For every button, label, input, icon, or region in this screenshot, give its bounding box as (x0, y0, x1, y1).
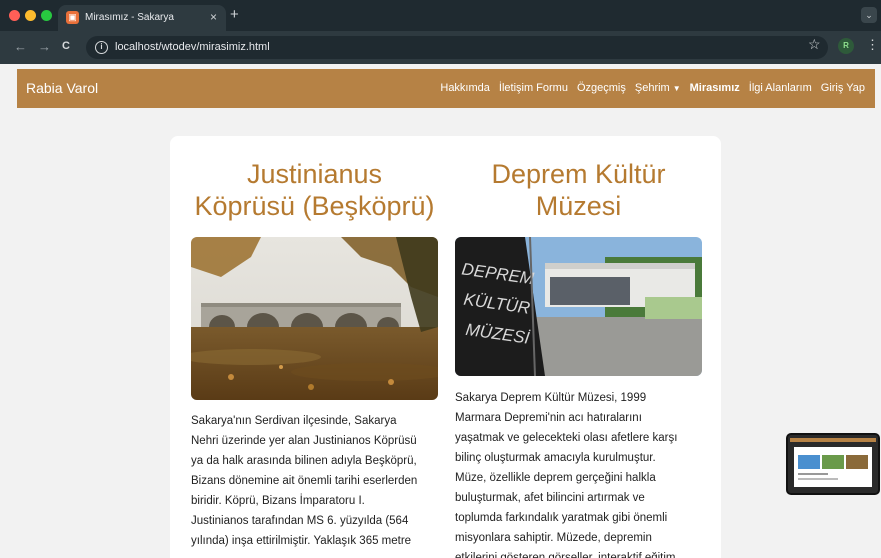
favicon-icon: ▣ (66, 11, 79, 24)
maximize-window-icon[interactable] (41, 10, 52, 21)
text-line: buluşturmak, afet bilincini artırmak ve (455, 492, 645, 504)
chevron-down-icon: ▼ (672, 84, 681, 93)
forward-icon[interactable]: → (38, 39, 51, 54)
url-text: localhost/wtodev/mirasimiz.html (115, 41, 270, 53)
text-line: Justinianos tarafından MS 6. yüzyılda (5… (191, 515, 409, 527)
text-line: Nehri üzerinde yer alan Justinianos Köpr… (191, 435, 417, 447)
content-card: Justinianus Köprüsü (Beşköprü) Sakarya'n… (170, 136, 721, 558)
bridge-photo (191, 237, 438, 400)
close-tab-icon[interactable]: × (210, 10, 217, 24)
site-brand[interactable]: Rabia Varol (26, 80, 98, 96)
bridge-image (191, 237, 438, 400)
pip-preview-window[interactable] (786, 433, 880, 495)
text-line: Sakarya'nın Serdivan ilçesinde, Sakarya (191, 415, 397, 427)
text-line: yaşatmak ve gelecekteki olası afetlere k… (455, 432, 678, 444)
title-line: Justinianus (246, 159, 383, 189)
museum-photo: DEPREM KÜLTÜR MÜZESİ (455, 237, 702, 376)
nav-link-iletisim[interactable]: İletişim Formu (499, 82, 568, 94)
bookmark-star-icon[interactable]: ☆ (808, 36, 821, 53)
heritage-title-museum: Deprem Kültür Müzesi (455, 158, 702, 222)
nav-link-hakkimda[interactable]: Hakkımda (440, 82, 490, 94)
text-line: toplumda farkındalık yaratmak gibi öneml… (455, 512, 668, 524)
close-window-icon[interactable] (9, 10, 20, 21)
back-icon[interactable]: ← (14, 39, 27, 54)
tab-title: Mirasımız - Sakarya (85, 12, 174, 23)
reload-icon[interactable]: C (62, 40, 70, 52)
nav-link-giris-yap[interactable]: Giriş Yap (821, 82, 865, 94)
text-line: Müze, özellikle deprem gerçeğini halkla (455, 472, 656, 484)
nav-link-ozgecmis[interactable]: Özgeçmiş (577, 82, 626, 94)
text-line: etkilerini gösteren görseller, interakti… (455, 552, 676, 558)
text-line: Marmara Depremi'nin acı hatıralarını (455, 412, 642, 424)
browser-menu-icon[interactable]: ⋮ (866, 37, 879, 53)
nav-link-sehrim: Şehrim (634, 82, 670, 94)
site-info-icon[interactable]: i (95, 41, 108, 54)
text-line: Bizans dönemine ait önemli tarihi eserle… (191, 475, 418, 487)
heritage-text-museum: Sakarya Deprem Kültür Müzesi, 1999 Marma… (455, 388, 702, 558)
heritage-title-bridge: Justinianus Köprüsü (Beşköprü) (191, 158, 438, 222)
url-input[interactable]: i localhost/wtodev/mirasimiz.html (86, 36, 828, 59)
text-line: ya da halk arasında bilinen adıyla Beşkö… (191, 455, 417, 467)
nav-links: Hakkımda İletişim Formu Özgeçmiş Şehrim ▼… (440, 82, 865, 94)
heritage-text-bridge: Sakarya'nın Serdivan ilçesinde, Sakarya … (191, 411, 438, 551)
title-line: Deprem Kültür (491, 159, 666, 189)
text-line: bilinç oluşturmak amacıyla kurulmuştur. (455, 452, 656, 464)
browser-tab-bar: ▣ Mirasımız - Sakarya × + ⌄ (0, 0, 881, 31)
text-line: yılında) inşa ettirilmiştir. Yaklaşık 36… (191, 535, 412, 547)
site-navbar: Rabia Varol Hakkımda İletişim Formu Özge… (17, 69, 875, 108)
address-bar-row: ← → C i localhost/wtodev/mirasimiz.html (0, 31, 881, 64)
text-line: Sakarya Deprem Kültür Müzesi, 1999 (455, 392, 647, 404)
nav-link-ilgi-alanlarim[interactable]: İlgi Alanlarım (749, 82, 812, 94)
new-tab-button[interactable]: + (230, 6, 239, 23)
browser-tab[interactable]: ▣ Mirasımız - Sakarya × (58, 5, 226, 31)
text-line: misyonlara sahiptir. Müzede, depremin (455, 532, 652, 544)
title-line: Müzesi (535, 191, 622, 221)
minimize-window-icon[interactable] (25, 10, 36, 21)
text-line: biridir. Köprü, Bizans İmparatoru I. (191, 495, 365, 507)
nav-link-mirasimiz[interactable]: Mirasımız (690, 82, 740, 94)
pip-thumbnail (788, 435, 878, 493)
nav-dropdown-sehrim[interactable]: Şehrim ▼ (635, 82, 681, 94)
museum-image: DEPREM KÜLTÜR MÜZESİ (455, 237, 702, 376)
profile-avatar[interactable]: R (838, 38, 854, 54)
title-line: Köprüsü (Beşköprü) (194, 191, 435, 221)
tab-search-icon[interactable]: ⌄ (861, 7, 877, 23)
